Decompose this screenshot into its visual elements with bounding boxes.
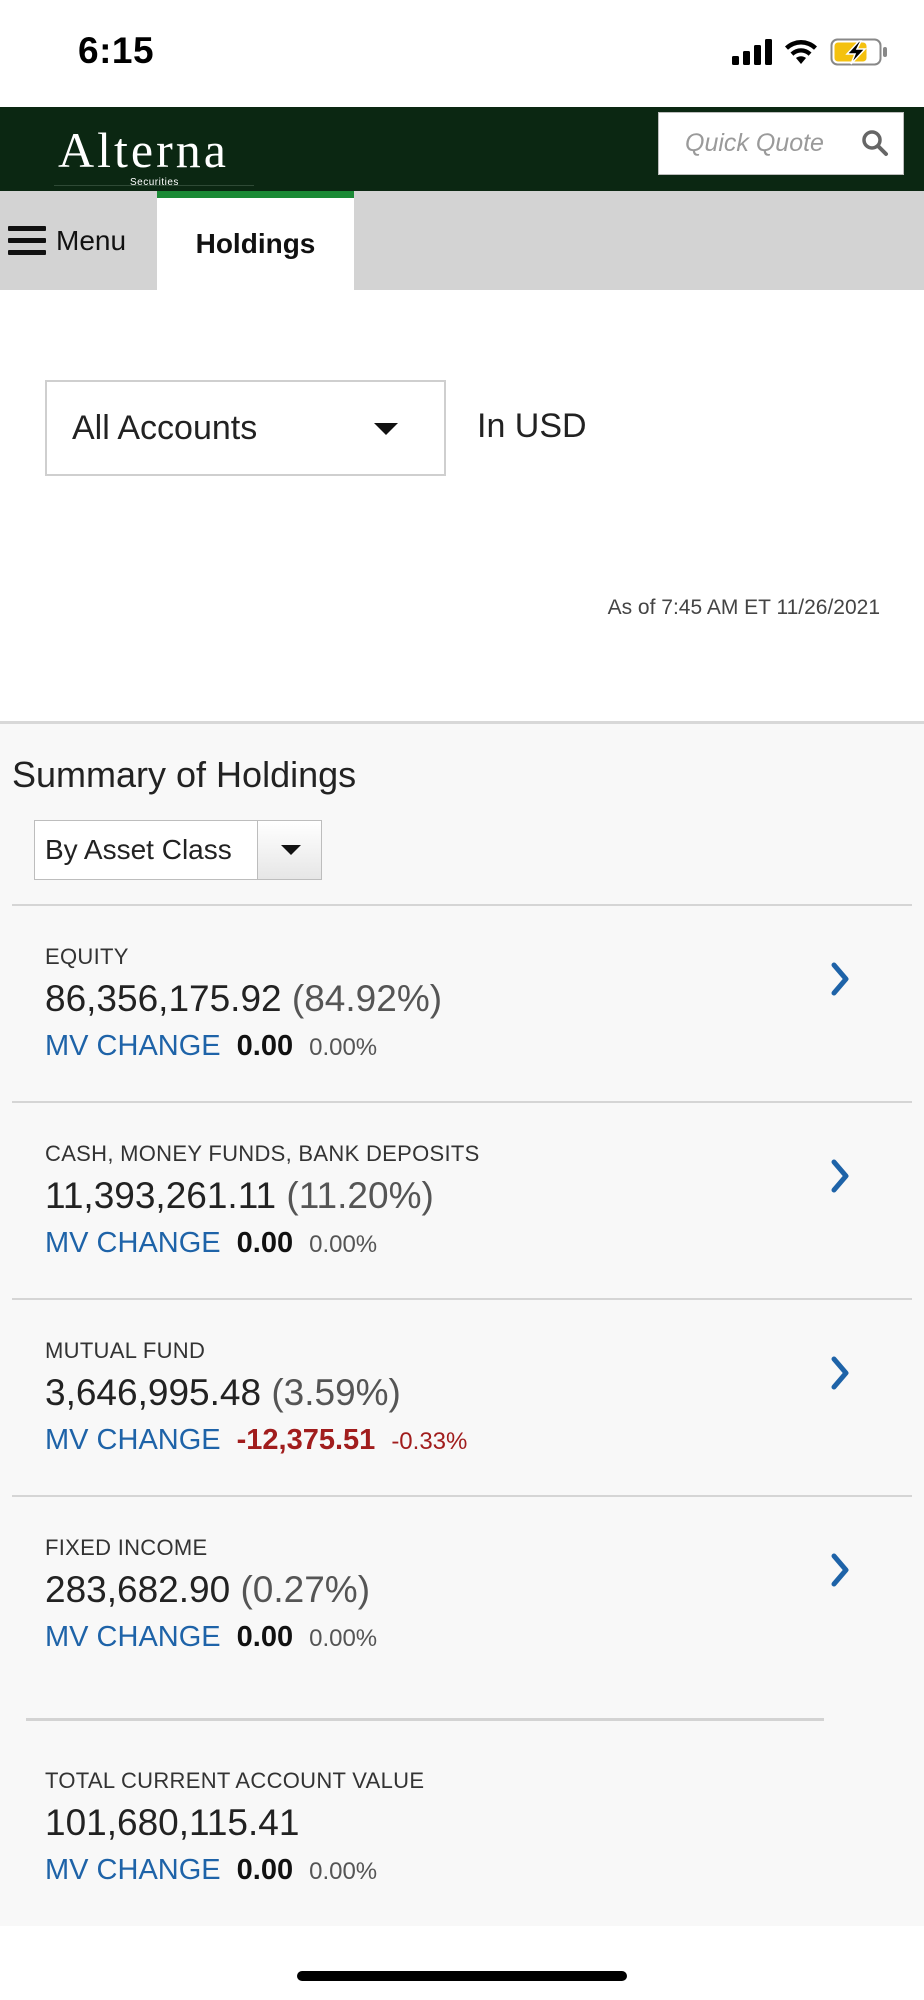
battery-charging-icon <box>830 38 887 66</box>
search-icon[interactable] <box>861 129 889 157</box>
account-dropdown-value: All Accounts <box>72 408 258 447</box>
mv-change-label: MV CHANGE <box>45 1424 221 1456</box>
mv-change-percent: -0.33% <box>391 1428 468 1455</box>
quick-quote-input[interactable] <box>659 113 849 174</box>
holding-value-line: 86,356,175.92 (84.92%) <box>45 978 442 1020</box>
summary-of-holdings: Summary of Holdings By Asset Class EQUIT… <box>0 721 924 1926</box>
holding-percent: (3.59%) <box>271 1372 401 1413</box>
holding-category: FIXED INCOME <box>45 1535 208 1560</box>
holding-value: 86,356,175.92 <box>45 978 282 1019</box>
holding-category: CASH, MONEY FUNDS, BANK DEPOSITS <box>45 1141 480 1166</box>
holding-category: MUTUAL FUND <box>45 1338 206 1363</box>
holding-value: 283,682.90 <box>45 1569 231 1610</box>
chevron-right-icon[interactable] <box>830 1355 852 1391</box>
total-label: TOTAL CURRENT ACCOUNT VALUE <box>45 1768 425 1793</box>
tab-bar: Menu Holdings <box>0 191 924 290</box>
account-dropdown[interactable]: All Accounts <box>45 380 446 476</box>
mv-change-line: MV CHANGE -12,375.51 -0.33% <box>45 1424 467 1457</box>
group-by-dropdown[interactable]: By Asset Class <box>34 820 322 880</box>
mv-change-label: MV CHANGE <box>45 1227 221 1259</box>
holding-value: 3,646,995.48 <box>45 1372 262 1413</box>
holding-value-line: 283,682.90 (0.27%) <box>45 1569 370 1611</box>
status-time: 6:15 <box>78 30 155 71</box>
chevron-right-icon[interactable] <box>830 1158 852 1194</box>
mv-change-line: MV CHANGE 0.00 0.00% <box>45 1030 377 1063</box>
chevron-right-icon[interactable] <box>830 1552 852 1588</box>
total-account-value: TOTAL CURRENT ACCOUNT VALUE 101,680,115.… <box>12 1724 912 1924</box>
mv-change-line: MV CHANGE 0.00 0.00% <box>45 1854 377 1887</box>
holding-value-line: 3,646,995.48 (3.59%) <box>45 1372 401 1414</box>
logo-subtitle: Securities <box>130 177 179 188</box>
menu-label: Menu <box>56 224 127 256</box>
currency-label: In USD <box>477 407 587 445</box>
mv-change-percent: 0.00% <box>309 1034 378 1061</box>
holding-value-line: 11,393,261.11 (11.20%) <box>45 1175 434 1217</box>
holding-percent: (84.92%) <box>291 978 443 1019</box>
mv-change-amount: 0.00 <box>236 1030 294 1062</box>
cellular-signal-icon <box>732 39 772 65</box>
mv-change-percent: 0.00% <box>309 1625 378 1652</box>
group-by-dropdown-button[interactable] <box>257 821 321 879</box>
mv-change-amount: -12,375.51 <box>236 1424 376 1456</box>
home-indicator[interactable] <box>297 1971 627 1981</box>
mv-change-percent: 0.00% <box>309 1231 378 1258</box>
chevron-right-icon[interactable] <box>830 961 852 997</box>
quick-quote-search[interactable] <box>658 112 904 175</box>
total-value: 101,680,115.41 <box>45 1802 300 1843</box>
holding-percent: (0.27%) <box>240 1569 371 1610</box>
as-of-timestamp: As of 7:45 AM ET 11/26/2021 <box>607 596 880 619</box>
status-icons <box>732 38 888 66</box>
holding-percent: (11.20%) <box>286 1175 434 1216</box>
status-bar: 6:15 <box>0 0 924 107</box>
mv-change-line: MV CHANGE 0.00 0.00% <box>45 1227 377 1260</box>
wifi-icon <box>785 40 817 64</box>
hamburger-menu-icon <box>8 226 46 255</box>
alterna-logo[interactable]: Alterna <box>58 121 229 179</box>
mv-change-label: MV CHANGE <box>45 1030 221 1062</box>
mv-change-amount: 0.00 <box>236 1854 294 1886</box>
tab-holdings[interactable]: Holdings <box>157 191 354 290</box>
mv-change-line: MV CHANGE 0.00 0.00% <box>45 1621 377 1654</box>
summary-title: Summary of Holdings <box>12 754 357 795</box>
holding-value: 11,393,261.11 <box>45 1175 277 1216</box>
mv-change-amount: 0.00 <box>236 1227 294 1259</box>
caret-down-icon <box>281 845 301 855</box>
mv-change-label: MV CHANGE <box>45 1854 221 1886</box>
group-by-value: By Asset Class <box>45 834 232 865</box>
menu-button[interactable]: Menu <box>0 191 156 290</box>
holding-row-mutual-fund[interactable]: MUTUAL FUND 3,646,995.48 (3.59%) MV CHAN… <box>12 1298 912 1495</box>
mv-change-label: MV CHANGE <box>45 1621 221 1653</box>
caret-down-icon <box>374 423 398 435</box>
holding-row-equity[interactable]: EQUITY 86,356,175.92 (84.92%) MV CHANGE … <box>12 904 912 1101</box>
holding-row-fixed-income[interactable]: FIXED INCOME 283,682.90 (0.27%) MV CHANG… <box>12 1495 912 1692</box>
holding-row-cash[interactable]: CASH, MONEY FUNDS, BANK DEPOSITS 11,393,… <box>12 1101 912 1298</box>
total-divider <box>26 1718 824 1721</box>
mv-change-percent: 0.00% <box>309 1858 378 1885</box>
holding-category: EQUITY <box>45 944 129 969</box>
mv-change-amount: 0.00 <box>236 1621 294 1653</box>
